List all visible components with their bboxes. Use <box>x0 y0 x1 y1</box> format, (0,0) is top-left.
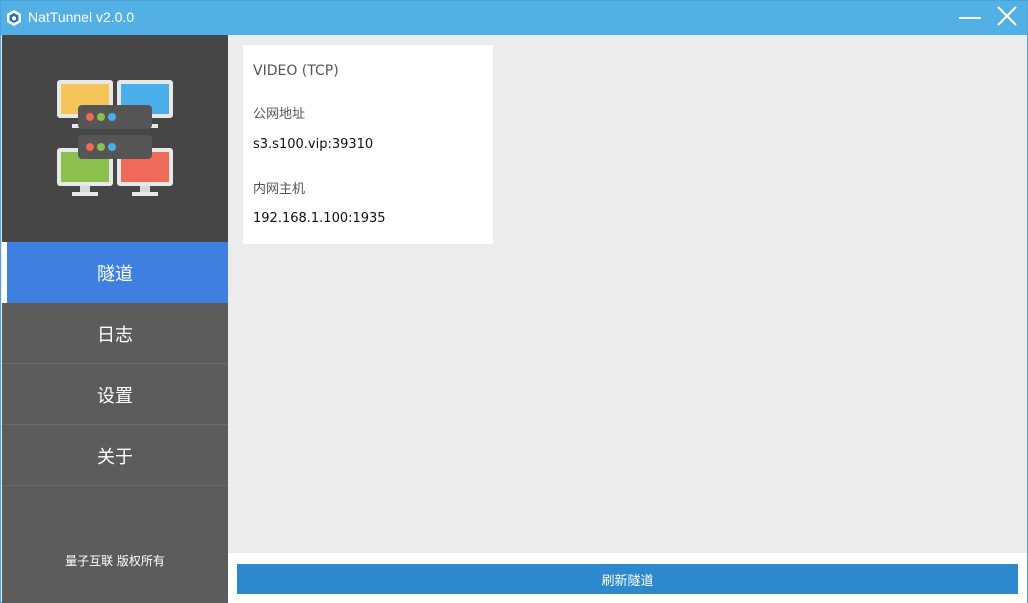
tunnel-name: VIDEO (TCP) <box>253 63 339 79</box>
nav-item-log[interactable]: 日志 <box>2 303 228 364</box>
main-content: VIDEO (TCP) 公网地址 s3.s100.vip:39310 内网主机 … <box>228 35 1027 553</box>
nav-item-about[interactable]: 关于 <box>2 425 228 486</box>
footer-bar: 刷新隧道 <box>228 553 1027 603</box>
nav-item-label: 关于 <box>97 446 133 468</box>
minimize-icon <box>958 6 982 30</box>
public-address-value: s3.s100.vip:39310 <box>253 137 374 152</box>
sidebar: 隧道 日志 设置 关于 量子互联 版权所有 <box>2 35 228 603</box>
cube-icon <box>5 9 23 27</box>
nav-item-label: 日志 <box>97 324 133 346</box>
minimize-button[interactable] <box>956 5 984 31</box>
logo-area <box>2 35 228 242</box>
public-address-label: 公网地址 <box>253 107 306 122</box>
nav-item-tunnel[interactable]: 隧道 <box>2 242 228 303</box>
close-button[interactable] <box>993 5 1021 31</box>
nav-item-label: 设置 <box>97 385 133 407</box>
tunnel-card[interactable]: VIDEO (TCP) 公网地址 s3.s100.vip:39310 内网主机 … <box>243 45 493 244</box>
copyright-text: 量子互联 版权所有 <box>65 554 165 568</box>
private-host-label: 内网主机 <box>253 182 306 197</box>
window-title: NatTunnel v2.0.0 <box>28 9 135 25</box>
refresh-button-label: 刷新隧道 <box>601 573 654 589</box>
refresh-tunnel-button[interactable]: 刷新隧道 <box>237 564 1018 594</box>
private-host-value: 192.168.1.100:1935 <box>253 211 386 226</box>
nav-item-label: 隧道 <box>97 263 133 285</box>
app-window: NatTunnel v2.0.0 隧道 日志 设置 关于 量子互联 版权所有 V… <box>0 0 1028 603</box>
title-bar[interactable]: NatTunnel v2.0.0 <box>1 1 1027 35</box>
close-icon <box>996 5 1018 31</box>
nav-item-settings[interactable]: 设置 <box>2 364 228 425</box>
nav-divider <box>2 485 228 486</box>
network-monitors-icon <box>52 75 178 203</box>
